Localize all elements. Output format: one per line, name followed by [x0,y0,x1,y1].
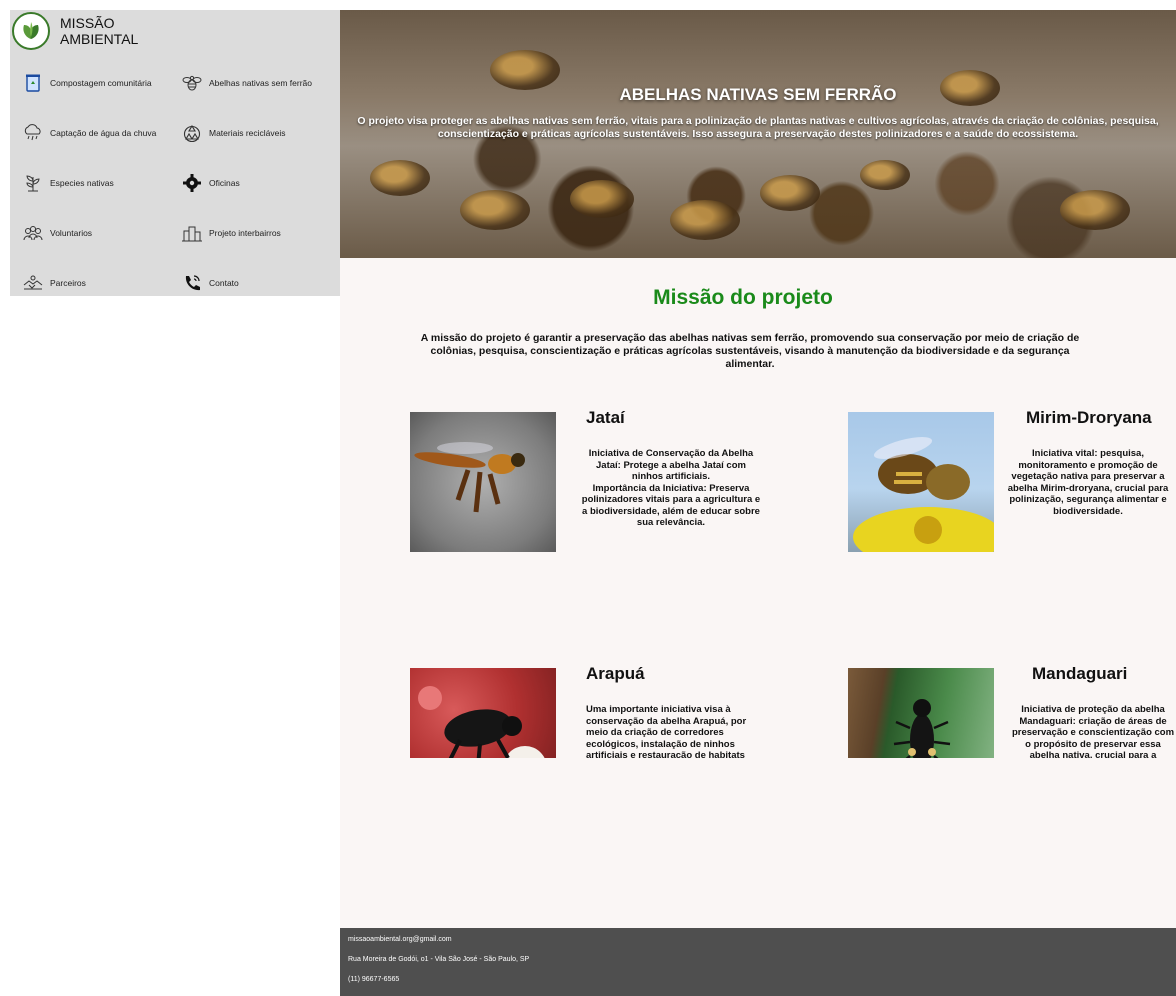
brand-name: MISSÃO AMBIENTAL [60,15,138,47]
nav-label: Voluntarios [50,228,93,238]
brand-line-1: MISSÃO [60,15,115,31]
card-title-mirim-droryana: Mirim-Droryana [1026,408,1152,427]
main-content-spacer [340,758,1176,928]
city-icon [181,222,203,244]
sidebar-nav: Compostagem comunitária Abelhas nativas … [22,58,336,308]
handshake-icon [22,272,44,294]
nav-item-parceiros[interactable]: Parceiros [22,258,177,308]
footer-email[interactable]: missaoambiental.org@gmail.com [348,934,1168,954]
phone-icon [181,272,203,294]
hero-bee-photo [570,180,634,218]
nav-label: Projeto interbairros [209,228,281,238]
nav-item-materiais[interactable]: Materiais recicláveis [181,108,336,158]
people-icon [22,222,44,244]
nav-label: Abelhas nativas sem ferrão [209,78,312,88]
mission-text: A missão do projeto é garantir a preserv… [420,332,1080,370]
card-text-jatai: Iniciativa de Conservação da Abelha Jata… [581,448,761,528]
nav-label: Compostagem comunitária [50,78,152,88]
hero-bee-photo [490,50,560,90]
brand[interactable]: MISSÃO AMBIENTAL [12,12,138,50]
hero-bee-photo [1060,190,1130,230]
bee-icon [181,72,203,94]
nav-item-abelhas[interactable]: Abelhas nativas sem ferrão [181,58,336,108]
footer-address: Rua Moreira de Godói, o1 - Vila São José… [348,956,530,963]
hero-bee-photo [670,200,740,240]
leaf-logo-icon [12,12,50,50]
main-content: Missão do projeto A missão do projeto é … [340,258,1176,808]
card-title-mandaguari: Mandaguari [1032,664,1128,683]
hero-bee-photo [460,190,530,230]
gear-icon [181,172,203,194]
sidebar: MISSÃO AMBIENTAL Compostagem comunitária… [10,10,340,296]
hero-banner: ABELHAS NATIVAS SEM FERRÃO O projeto vis… [340,10,1176,258]
mirim-droryana-bee-photo [848,412,994,552]
hero-title: ABELHAS NATIVAS SEM FERRÃO [619,85,897,104]
nav-label: Especies nativas [50,178,114,188]
nav-label: Contato [209,278,239,288]
brand-line-2: AMBIENTAL [60,31,139,47]
nav-item-compostagem[interactable]: Compostagem comunitária [22,58,177,108]
jatai-bee-photo [410,412,556,552]
plant-icon [22,172,44,194]
nav-item-contato[interactable]: Contato [181,258,336,308]
nav-label: Oficinas [209,178,240,188]
nav-item-captacao[interactable]: Captação de água da chuva [22,108,177,158]
hero-bee-photo [370,160,430,196]
hero-bee-photo [760,175,820,211]
hero-bee-photo [860,160,910,190]
nav-label: Materiais recicláveis [209,128,286,138]
recycle-icon [181,122,203,144]
compost-bin-icon [22,72,44,94]
nav-item-especies[interactable]: Especies nativas [22,158,177,208]
card-title-arapua: Arapuá [586,664,645,683]
mission-title: Missão do projeto [653,286,833,309]
nav-item-interbairros[interactable]: Projeto interbairros [181,208,336,258]
card-text-mirim-droryana: Iniciativa vital: pesquisa, monitorament… [1007,448,1169,517]
rain-cloud-icon [22,122,44,144]
nav-label: Captação de água da chuva [50,128,157,138]
nav-item-oficinas[interactable]: Oficinas [181,158,336,208]
nav-item-voluntarios[interactable]: Voluntarios [22,208,177,258]
footer-phone[interactable]: (11) 96677-6565 [348,974,1168,994]
card-title-jatai: Jataí [586,408,625,427]
footer: missaoambiental.org@gmail.com Rua Moreir… [340,928,1176,996]
hero-description: O projeto visa proteger as abelhas nativ… [357,115,1159,140]
nav-label: Parceiros [50,278,86,288]
